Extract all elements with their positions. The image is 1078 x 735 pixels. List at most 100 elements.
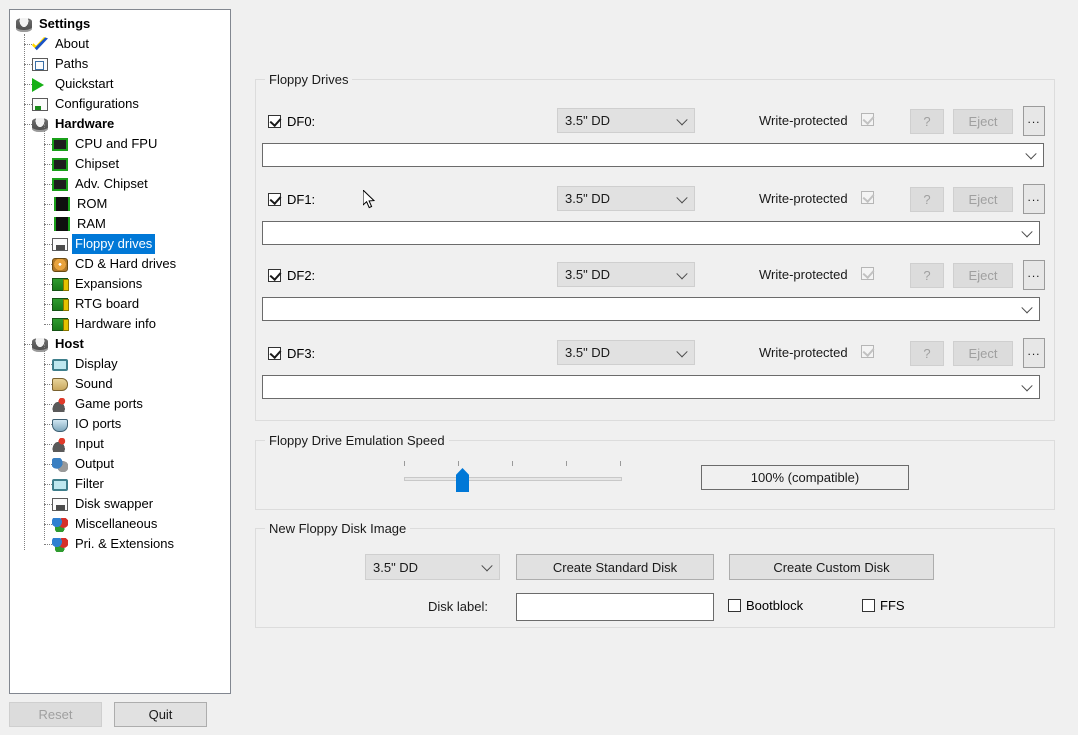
sidebar-item-host[interactable]: Host: [10, 334, 230, 354]
sidebar-item-label: ROM: [77, 196, 108, 211]
chip-icon: [52, 138, 68, 151]
sidebar-item-label: Miscellaneous: [75, 516, 158, 531]
drive-help-button[interactable]: ?: [910, 187, 944, 212]
drive-enable-checkbox[interactable]: [268, 115, 281, 128]
dialog-button-bar: Reset Quit Start Cancel Help: [0, 694, 1078, 735]
drive-enable-checkbox[interactable]: [268, 347, 281, 360]
sidebar-item-settings[interactable]: Settings: [10, 14, 230, 34]
sidebar-item-label: RAM: [77, 216, 106, 231]
write-protected-label: Write-protected: [759, 191, 848, 206]
create-standard-disk-button[interactable]: Create Standard Disk: [516, 554, 714, 580]
config-icon: [32, 98, 48, 111]
drive-name-label: DF0:: [287, 114, 316, 129]
drive-enable-row[interactable]: DF2:: [268, 268, 315, 283]
quit-label: Quit: [148, 707, 173, 722]
sidebar-item-output[interactable]: Output: [10, 454, 230, 474]
create-custom-disk-button[interactable]: Create Custom Disk: [729, 554, 934, 580]
sidebar-item-paths[interactable]: Paths: [10, 54, 230, 74]
reset-button[interactable]: Reset: [9, 702, 102, 727]
sidebar-item-hardware[interactable]: Hardware: [10, 114, 230, 134]
drive-eject-label: Eject: [968, 192, 998, 207]
sidebar-item-label: Hardware info: [75, 316, 156, 331]
chevron-down-icon: [1021, 226, 1033, 238]
sidebar-item-cd-hard-drives[interactable]: CD & Hard drives: [10, 254, 230, 274]
drive-eject-button[interactable]: Eject: [953, 263, 1013, 288]
sidebar-item-quickstart[interactable]: Quickstart: [10, 74, 230, 94]
sidebar-item-ram[interactable]: RAM: [10, 214, 230, 234]
write-protected-checkbox[interactable]: [861, 191, 874, 204]
sidebar-item-pri-extensions[interactable]: Pri. & Extensions: [10, 534, 230, 554]
drive-enable-checkbox[interactable]: [268, 269, 281, 282]
drive-path-combo[interactable]: [262, 143, 1044, 167]
drive-enable-row[interactable]: DF3:: [268, 346, 315, 361]
sidebar-item-label: Paths: [55, 56, 89, 71]
drive-browse-button[interactable]: ...: [1023, 106, 1045, 136]
sidebar-item-configurations[interactable]: Configurations: [10, 94, 230, 114]
sidebar-item-floppy-drives[interactable]: Floppy drives: [10, 234, 230, 254]
drive-type-combo[interactable]: 3.5" DD: [557, 262, 695, 287]
drive-type-combo[interactable]: 3.5" DD: [557, 108, 695, 133]
bootblock-checkbox-row[interactable]: Bootblock: [728, 598, 803, 613]
sidebar-item-io-ports[interactable]: IO ports: [10, 414, 230, 434]
sidebar-item-label: Game ports: [75, 396, 143, 411]
sidebar-item-about[interactable]: About: [10, 34, 230, 54]
write-protected-label: Write-protected: [759, 113, 848, 128]
settings-tree[interactable]: Settings About Paths Quickstart Configuratio…: [10, 10, 230, 554]
sidebar-item-cpu-and-fpu[interactable]: CPU and FPU: [10, 134, 230, 154]
drive-enable-row[interactable]: DF1:: [268, 192, 315, 207]
new-disk-type-combo[interactable]: 3.5" DD: [365, 554, 500, 580]
sidebar-item-rom[interactable]: ROM: [10, 194, 230, 214]
sidebar-item-display[interactable]: Display: [10, 354, 230, 374]
write-protected-checkbox[interactable]: [861, 345, 874, 358]
drive-browse-button[interactable]: ...: [1023, 338, 1045, 368]
drive-eject-button[interactable]: Eject: [953, 187, 1013, 212]
settings-tree-panel[interactable]: Settings About Paths Quickstart Configuratio…: [9, 9, 231, 694]
drive-type-combo[interactable]: 3.5" DD: [557, 340, 695, 365]
drive-eject-button[interactable]: Eject: [953, 341, 1013, 366]
sidebar-item-game-ports[interactable]: Game ports: [10, 394, 230, 414]
sidebar-item-rtg-board[interactable]: RTG board: [10, 294, 230, 314]
drive-help-button[interactable]: ?: [910, 263, 944, 288]
drive-browse-button[interactable]: ...: [1023, 184, 1045, 214]
drive-enable-row[interactable]: DF0:: [268, 114, 315, 129]
ioports-icon: [52, 418, 68, 432]
drive-help-button[interactable]: ?: [910, 109, 944, 134]
drive-path-combo[interactable]: [262, 297, 1040, 321]
drive-enable-checkbox[interactable]: [268, 193, 281, 206]
drive-name-label: DF1:: [287, 192, 316, 207]
drive-eject-button[interactable]: Eject: [953, 109, 1013, 134]
chevron-down-icon: [676, 345, 688, 357]
drive-name-label: DF2:: [287, 268, 316, 283]
create-custom-disk-label: Create Custom Disk: [773, 559, 890, 575]
write-protected-checkbox[interactable]: [861, 113, 874, 126]
sidebar-item-adv-chipset[interactable]: Adv. Chipset: [10, 174, 230, 194]
quit-button[interactable]: Quit: [114, 702, 207, 727]
speed-slider-track[interactable]: [404, 477, 622, 481]
sidebar-item-filter[interactable]: Filter: [10, 474, 230, 494]
drive-path-combo[interactable]: [262, 375, 1040, 399]
emulation-speed-value-button[interactable]: 100% (compatible): [701, 465, 909, 490]
drive-type-value: 3.5" DD: [565, 113, 611, 128]
sidebar-item-sound[interactable]: Sound: [10, 374, 230, 394]
sidebar-item-chipset[interactable]: Chipset: [10, 154, 230, 174]
disk-label-field-wrap[interactable]: [516, 593, 714, 621]
drive-path-combo[interactable]: [262, 221, 1040, 245]
sidebar-item-hardware-info[interactable]: Hardware info: [10, 314, 230, 334]
sidebar-item-expansions[interactable]: Expansions: [10, 274, 230, 294]
ffs-checkbox-row[interactable]: FFS: [862, 598, 905, 613]
ffs-checkbox[interactable]: [862, 599, 875, 612]
sidebar-item-label: IO ports: [75, 416, 122, 431]
emulation-speed-groupbox: Floppy Drive Emulation Speed: [255, 433, 1055, 510]
sidebar-item-label: Sound: [75, 376, 113, 391]
sidebar-item-disk-swapper[interactable]: Disk swapper: [10, 494, 230, 514]
sidebar-item-miscellaneous[interactable]: Miscellaneous: [10, 514, 230, 534]
write-protected-label: Write-protected: [759, 267, 848, 282]
drive-help-button[interactable]: ?: [910, 341, 944, 366]
write-protected-checkbox[interactable]: [861, 267, 874, 280]
sidebar-item-input[interactable]: Input: [10, 434, 230, 454]
drive-browse-button[interactable]: ...: [1023, 260, 1045, 290]
chip-icon: [52, 178, 68, 191]
drive-type-combo[interactable]: 3.5" DD: [557, 186, 695, 211]
bootblock-checkbox[interactable]: [728, 599, 741, 612]
disk-label-input[interactable]: [517, 594, 713, 620]
